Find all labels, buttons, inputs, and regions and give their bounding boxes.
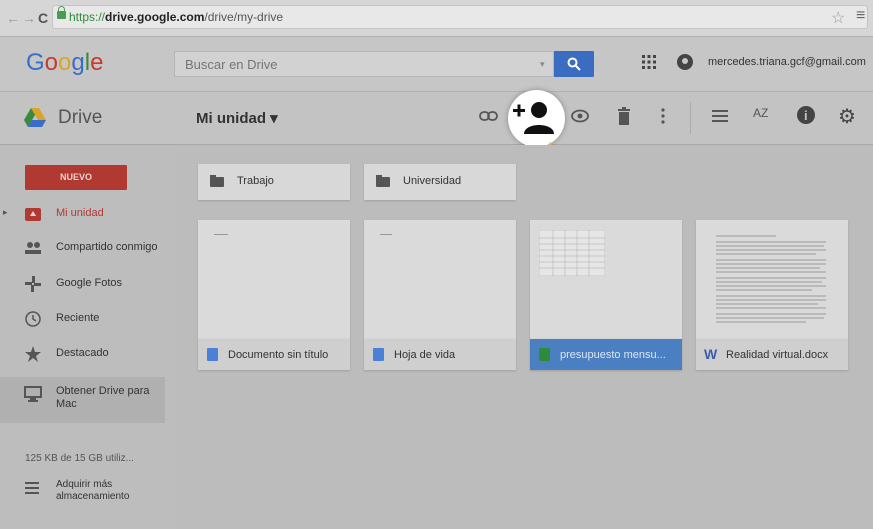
my-drive-icon (25, 208, 41, 221)
file-name: Realidad virtual.docx (726, 349, 829, 361)
file-card[interactable]: W Realidad virtual.docx (696, 220, 848, 370)
address-bar[interactable]: https://drive.google.com/drive/my-drive (52, 5, 868, 29)
more-options-icon[interactable] (660, 107, 666, 125)
file-name: Documento sin título (228, 349, 329, 361)
account-icon[interactable] (677, 54, 693, 70)
sidebar-item-label: Reciente (56, 312, 100, 324)
sidebar-item-label: Google Fotos (56, 277, 123, 289)
expand-arrow-icon[interactable]: ▸ (3, 207, 8, 218)
sidebar-item-get-drive-mac[interactable]: Obtener Drive para Mac (0, 377, 165, 423)
thumbnail-line (380, 234, 392, 235)
url-path: /drive/my-drive (204, 10, 284, 24)
location-dropdown[interactable]: Mi unidad ▾ (196, 109, 278, 127)
google-logo[interactable]: Google (26, 49, 103, 77)
file-thumbnail (530, 220, 682, 338)
sidebar-item-shared[interactable]: Compartido conmigo (0, 233, 176, 263)
drive-logo-icon (24, 108, 46, 127)
browser-menu-icon[interactable]: ≡ (856, 7, 865, 25)
file-thumbnail (198, 220, 350, 338)
search-input[interactable] (185, 57, 515, 72)
sidebar-item-label: Compartido conmigo (56, 241, 158, 253)
word-icon: W (704, 346, 718, 362)
storage-usage: 125 KB de 15 GB utiliz... (25, 453, 134, 464)
sort-az-icon[interactable]: AZ (753, 106, 768, 120)
sheet-icon (539, 348, 550, 361)
search-box[interactable]: ▾ (174, 51, 554, 77)
file-caption: W Realidad virtual.docx (696, 339, 848, 370)
sidebar-item-label: Obtener Drive para Mac (56, 385, 150, 410)
sidebar-item-recent[interactable]: Reciente (0, 304, 176, 334)
sidebar-item-starred[interactable]: Destacado (0, 339, 176, 369)
file-card[interactable]: Hoja de vida (364, 220, 516, 370)
doc-icon (373, 348, 384, 361)
folder-name: Universidad (403, 175, 462, 187)
file-card[interactable]: Documento sin título (198, 220, 350, 370)
trash-icon[interactable] (617, 107, 631, 125)
url-scheme: https:// (69, 10, 106, 24)
folder-icon (376, 175, 390, 187)
search-button[interactable] (554, 51, 594, 77)
list-view-icon[interactable] (712, 109, 728, 123)
photos-icon (25, 276, 41, 292)
file-caption: Documento sin título (198, 339, 350, 370)
folder-name: Trabajo (237, 175, 274, 187)
search-icon (567, 57, 581, 71)
back-icon[interactable]: ← (6, 10, 20, 26)
drive-title[interactable]: Drive (58, 107, 102, 129)
reload-icon[interactable]: C (38, 10, 48, 26)
preview-eye-icon[interactable] (571, 109, 589, 123)
file-name: presupuesto mensu... (560, 349, 666, 361)
lock-icon (57, 6, 66, 19)
google-header: Google ▾ mercedes.triana.gcf@gmail.com (0, 37, 873, 92)
text-document-thumbnail (716, 235, 826, 323)
file-thumbnail (364, 220, 516, 338)
file-name: Hoja de vida (394, 349, 456, 361)
forward-icon[interactable]: → (22, 10, 36, 26)
folder-card[interactable]: Universidad (364, 164, 516, 200)
account-email[interactable]: mercedes.triana.gcf@gmail.com (708, 56, 866, 68)
new-button[interactable]: NUEVO (25, 165, 127, 190)
thumbnail-line (214, 234, 228, 235)
spreadsheet-thumbnail (539, 230, 605, 276)
apps-grid-icon[interactable] (642, 55, 656, 69)
sidebar: NUEVO ▸ Mi unidad Compartido conmigo Goo… (0, 145, 176, 529)
file-caption: presupuesto mensu... (530, 339, 682, 370)
doc-icon (207, 348, 218, 361)
url-text: https://drive.google.com/drive/my-drive (69, 10, 283, 24)
url-host: drive.google.com (105, 10, 205, 24)
browser-bar: ← → C https://drive.google.com/drive/my-… (0, 0, 873, 37)
buy-storage-label: Adquirir más almacenamiento (56, 479, 130, 502)
storage-list-icon (25, 482, 39, 494)
search-options-icon[interactable]: ▾ (540, 59, 545, 70)
file-caption: Hoja de vida (364, 339, 516, 370)
toolbar-divider (690, 102, 691, 134)
bookmark-star-icon[interactable]: ☆ (831, 8, 845, 28)
share-add-person-button[interactable] (508, 90, 565, 147)
sidebar-item-label: Destacado (56, 347, 109, 359)
settings-gear-icon[interactable]: ⚙ (838, 104, 856, 129)
shared-icon (25, 242, 41, 254)
file-card-selected[interactable]: presupuesto mensu... (530, 220, 682, 370)
star-icon (25, 346, 41, 362)
file-area: Trabajo Universidad Documento sin título… (177, 145, 873, 529)
folder-card[interactable]: Trabajo (198, 164, 350, 200)
file-thumbnail (696, 220, 848, 338)
get-link-icon[interactable] (479, 109, 499, 123)
sidebar-item-my-drive[interactable]: ▸ Mi unidad (0, 199, 176, 229)
folder-icon (210, 175, 224, 187)
sidebar-item-photos[interactable]: Google Fotos (0, 269, 176, 299)
computer-icon (24, 386, 42, 402)
info-icon[interactable]: i (797, 106, 815, 124)
clock-icon (25, 311, 41, 327)
add-person-icon (513, 102, 554, 134)
sidebar-item-label: Mi unidad (56, 207, 104, 219)
drive-toolbar: Drive Mi unidad ▾ AZ i ⚙ (0, 92, 873, 145)
